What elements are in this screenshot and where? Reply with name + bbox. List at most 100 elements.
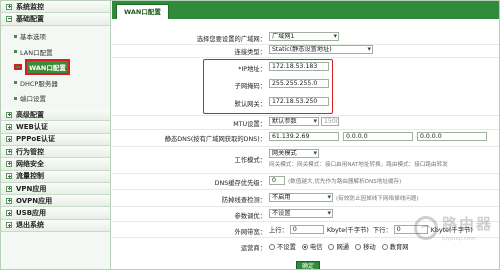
sidebar-group-label: 流量控制: [16, 172, 44, 181]
sidebar-group-behavior-control[interactable]: 行为管控: [1, 145, 110, 159]
sidebar-group-network-security[interactable]: 网络安全: [1, 158, 110, 171]
sidebar-group-logout[interactable]: 退出系统: [1, 219, 110, 233]
sidebar-item-dhcp-server[interactable]: DHCP服务器: [1, 75, 110, 91]
sidebar-group-basic-config[interactable]: 基础配置: [1, 13, 110, 26]
expand-icon: [6, 210, 12, 217]
bullet-icon: [14, 81, 17, 85]
upload-input[interactable]: 0: [289, 225, 324, 234]
sidebar-group-ovpn[interactable]: OVPN应用: [1, 195, 110, 208]
isp-option[interactable]: 移动: [355, 242, 376, 251]
mtu-input[interactable]: 1500: [321, 117, 339, 126]
dns1-input[interactable]: 61.139.2.69: [269, 132, 339, 141]
bullet-icon: [14, 96, 17, 100]
sidebar-group-label: PPPoE认证: [16, 135, 55, 144]
sidebar-item-label: 端口设置: [20, 95, 46, 104]
sidebar-group-usb[interactable]: USB应用: [1, 207, 110, 220]
confirm-button[interactable]: 确定: [296, 261, 320, 269]
dns3-input[interactable]: 0.0.0.0: [417, 132, 487, 141]
router-admin-window: 系统监控 基础配置 基本选项 LAN口配置 WAN口配置 DHCP服务器 端口设…: [0, 0, 500, 270]
sidebar-group-label: VPN应用: [16, 184, 47, 193]
expand-icon: [6, 3, 12, 10]
sidebar-item-label: DHCP服务器: [20, 79, 58, 88]
tab-bar: WAN口配置: [112, 1, 499, 19]
wan-select-label: 选择您要设置的广域网：: [196, 36, 266, 43]
expand-icon: [6, 148, 12, 155]
bullet-icon: [14, 34, 17, 38]
sidebar-group-label: WEB认证: [16, 123, 48, 132]
dns-cache-input[interactable]: 0: [269, 176, 285, 185]
sidebar-item-label: 基本选项: [20, 33, 46, 42]
gateway-input[interactable]: 172.18.53.250: [269, 97, 329, 106]
radio-icon[interactable]: [328, 243, 335, 250]
isp-option[interactable]: 电信: [301, 242, 323, 251]
mask-input[interactable]: 255.255.255.0: [269, 79, 329, 88]
isp-option-label: 电信: [309, 244, 323, 251]
sidebar-item-basic-options[interactable]: 基本选项: [1, 29, 110, 45]
sidebar-group-label: 基础配置: [16, 14, 44, 23]
isp-option-label: 网通: [336, 244, 350, 251]
isp-option[interactable]: 网通: [328, 242, 349, 251]
sidebar-item-lan-config[interactable]: LAN口配置: [1, 44, 110, 60]
sidebar-group-web-auth[interactable]: WEB认证: [1, 121, 110, 134]
conn-type-label: 连接类型：: [234, 49, 266, 56]
isp-option[interactable]: 教育网: [381, 242, 409, 251]
isp-label: 运营商：: [240, 245, 266, 252]
isp-option-label: 移动: [363, 244, 376, 251]
sidebar-item-label: WAN口配置: [25, 59, 70, 76]
sidebar-group-traffic-control[interactable]: 流量控制: [1, 170, 110, 183]
dns-cache-hint: (数值越大,优先作为路由器解析DNS地址缓存): [288, 178, 402, 185]
expand-icon: [6, 124, 12, 131]
radio-icon[interactable]: [381, 243, 388, 250]
sidebar-group-advanced[interactable]: 高级配置: [1, 109, 110, 122]
sidebar-item-label: LAN口配置: [20, 48, 53, 57]
wan-select-dropdown[interactable]: 广域网1: [269, 32, 339, 41]
expand-icon: [6, 222, 12, 229]
anti-drop-label: 防掉线查检测：: [221, 197, 266, 204]
bullet-icon: [14, 64, 22, 71]
mask-label: 子网掩码：: [234, 83, 266, 90]
radio-icon[interactable]: [355, 243, 362, 250]
watermark-logo: 路由器 luyouqi.com: [413, 213, 493, 242]
dns2-input[interactable]: 0.0.0.0: [343, 132, 413, 141]
upload-unit: Kbyte(千字节): [326, 227, 369, 234]
radio-icon[interactable]: [301, 243, 308, 250]
bullet-icon: [14, 50, 17, 54]
param-tune-dropdown[interactable]: 不设置: [269, 209, 333, 218]
isp-option-label: 教育网: [389, 244, 409, 251]
expand-icon: [6, 111, 12, 118]
ip-label: *IP地址：: [238, 66, 266, 73]
sidebar: 系统监控 基础配置 基本选项 LAN口配置 WAN口配置 DHCP服务器 端口设…: [1, 1, 111, 269]
sidebar-group-label: OVPN应用: [16, 196, 53, 205]
sidebar-group-label: 高级配置: [16, 110, 44, 119]
expand-icon: [6, 197, 12, 204]
conn-type-dropdown[interactable]: Static(静态设置地址): [269, 45, 373, 54]
gateway-label: 默认网关：: [234, 101, 266, 108]
watermark-title: 路由器: [441, 215, 493, 233]
upload-label: 上行：: [269, 227, 288, 234]
sidebar-item-port-settings[interactable]: 端口设置: [1, 91, 110, 107]
main-panel: WAN口配置 选择您要设置的广域网： 广域网1 连接类型： Static(静态设…: [112, 1, 499, 269]
mtu-dropdown[interactable]: 默认参数: [269, 117, 319, 126]
sidebar-item-wan-config[interactable]: WAN口配置: [1, 59, 110, 76]
sidebar-group-label: 行为管控: [16, 147, 44, 156]
work-mode-hint: 网关模式：网关模式：接口启用NAT地址转换，路由模式：接口路由转发: [269, 162, 448, 168]
isp-option[interactable]: 不设置: [269, 242, 296, 251]
anti-drop-dropdown[interactable]: 不启用: [269, 193, 333, 202]
sidebar-group-vpn[interactable]: VPN应用: [1, 182, 110, 196]
dns-label: 静态DNS(按有广域网获取的DNS)：: [164, 136, 266, 143]
work-mode-dropdown[interactable]: 网关模式: [269, 149, 319, 158]
ip-input[interactable]: 172.18.53.183: [269, 62, 329, 71]
dns-cache-label: DNS缓存优先级：: [214, 180, 266, 187]
tab-wan-config[interactable]: WAN口配置: [116, 4, 169, 19]
expand-icon: [6, 136, 12, 143]
mtu-label: MTU设置：: [233, 121, 266, 128]
sidebar-group-label: 系统监控: [16, 2, 44, 11]
radio-icon[interactable]: [269, 243, 275, 250]
work-mode-label: 工作模式：: [234, 157, 266, 164]
router-logo-icon: [413, 215, 438, 240]
anti-drop-hint: (有效防止因掉线下网络掉线问题): [336, 195, 419, 202]
sidebar-group-system-monitor[interactable]: 系统监控: [1, 1, 110, 14]
isp-radio-group: 不设置 电信 网通 移动 教育网: [269, 242, 415, 251]
sidebar-group-pppoe-auth[interactable]: PPPoE认证: [1, 133, 110, 146]
expand-icon: [6, 185, 12, 192]
